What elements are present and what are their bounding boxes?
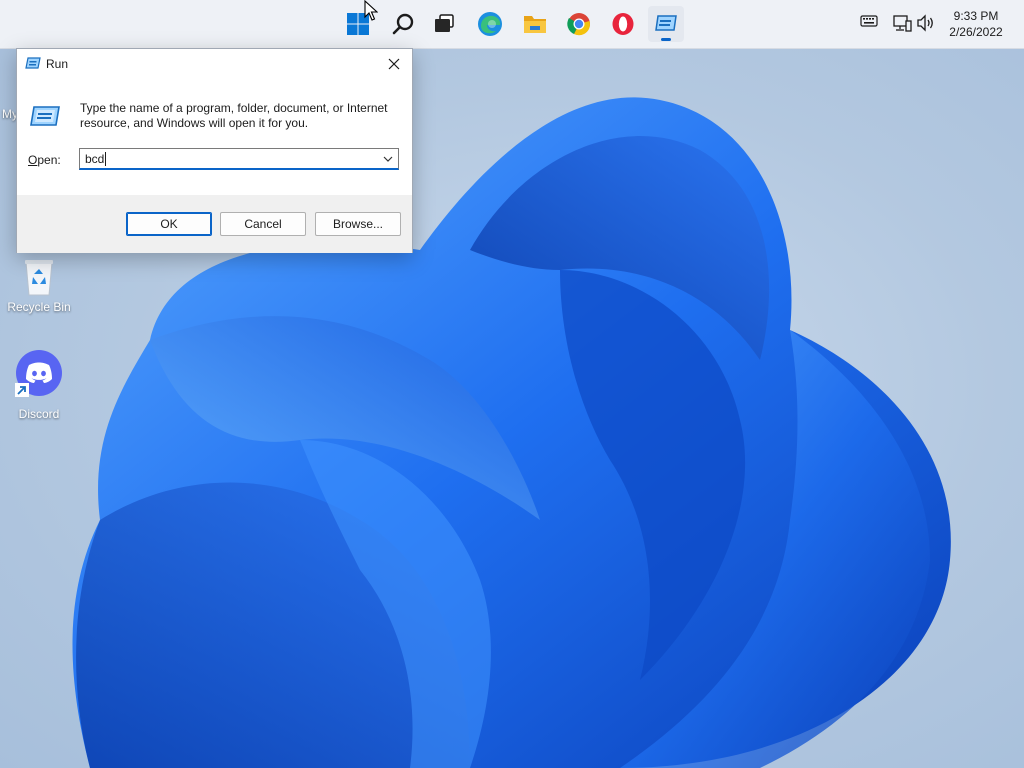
opera-icon: [612, 13, 634, 35]
open-label-text: pen:: [37, 153, 61, 167]
dialog-titlebar[interactable]: Run: [17, 49, 412, 79]
run-dialog[interactable]: Run Type the name of a program, folder, …: [16, 48, 413, 253]
dropdown-button[interactable]: [381, 153, 395, 165]
run-program-icon: [30, 106, 60, 126]
keyboard-icon[interactable]: [860, 14, 878, 28]
taskbar: 9:33 PM 2/26/2022: [0, 0, 1024, 49]
opera-button[interactable]: [605, 6, 641, 42]
volume-icon[interactable]: [916, 13, 936, 33]
dialog-description: Type the name of a program, folder, docu…: [80, 101, 388, 130]
desktop-icon-discord[interactable]: Discord: [1, 349, 77, 421]
search-icon: [392, 13, 414, 35]
desktop-icon-recycle-bin[interactable]: Recycle Bin: [1, 256, 77, 314]
edge-button[interactable]: [472, 6, 508, 42]
open-label-accesskey: O: [28, 153, 38, 167]
mouse-cursor-icon: [364, 0, 378, 21]
network-icon[interactable]: [892, 13, 912, 33]
task-view-button[interactable]: [426, 6, 462, 42]
dialog-title: Run: [46, 57, 69, 71]
open-combobox[interactable]: [79, 148, 399, 170]
clock-time[interactable]: 9:33 PM: [940, 9, 1012, 23]
file-explorer-icon: [524, 16, 546, 33]
file-explorer-button[interactable]: [517, 6, 553, 42]
desktop: 9:33 PM 2/26/2022 My Recycle Bin Discord…: [0, 0, 1024, 768]
active-app-indicator: [661, 38, 671, 41]
run-app-icon: [655, 15, 677, 31]
dialog-button-bar: OK Cancel Browse...: [17, 195, 412, 253]
run-app-button[interactable]: [648, 6, 684, 42]
cancel-button[interactable]: Cancel: [220, 212, 306, 236]
task-view-icon: [435, 14, 454, 32]
search-button[interactable]: [385, 6, 421, 42]
desktop-icon-label: Recycle Bin: [7, 300, 71, 314]
clock-date[interactable]: 2/26/2022: [940, 25, 1012, 39]
chevron-down-icon: [383, 156, 393, 162]
chrome-button[interactable]: [561, 6, 597, 42]
close-button[interactable]: [382, 53, 406, 75]
close-icon: [388, 58, 400, 70]
recycle-bin-icon: [25, 260, 53, 296]
shortcut-arrow-icon: [15, 383, 29, 397]
chrome-icon: [567, 13, 590, 36]
text-caret: [105, 152, 106, 166]
open-input[interactable]: [80, 149, 381, 168]
run-title-icon: [25, 57, 41, 69]
desktop-icon-label: Discord: [18, 407, 60, 421]
ok-button[interactable]: OK: [126, 212, 212, 236]
open-label: Open:: [28, 153, 61, 167]
edge-icon: [478, 12, 502, 36]
browse-button[interactable]: Browse...: [315, 212, 401, 236]
